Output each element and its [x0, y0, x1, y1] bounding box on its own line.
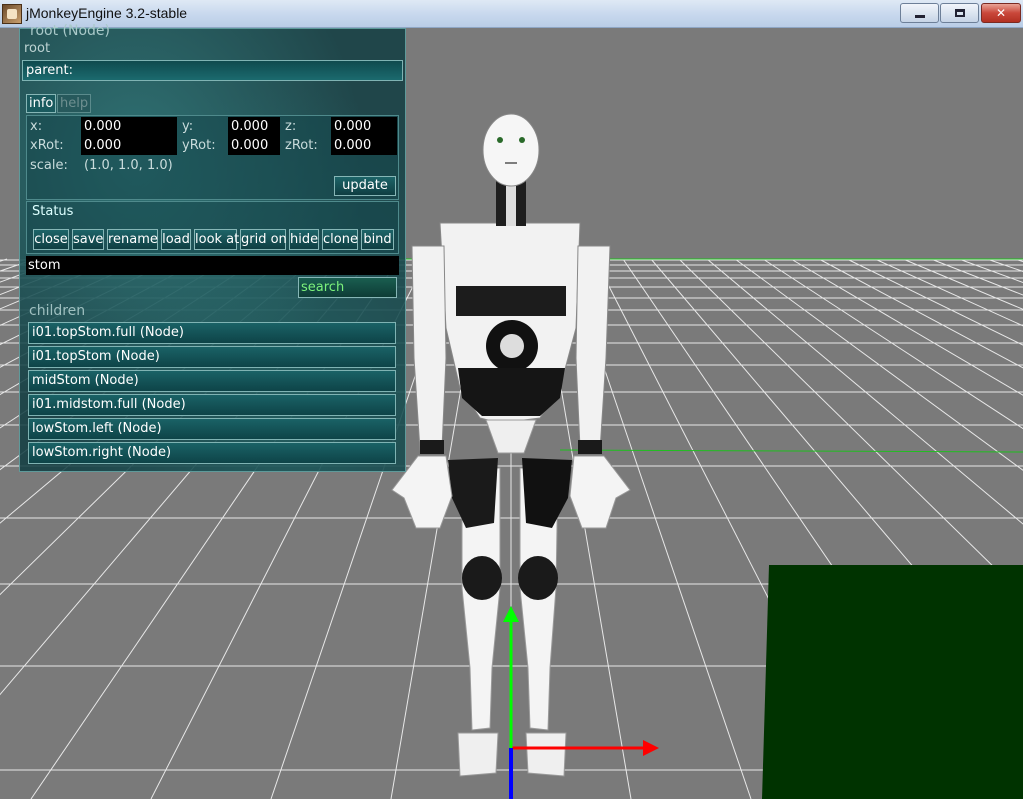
status-section: Status close save rename load look at gr…: [26, 201, 399, 254]
update-button[interactable]: update: [334, 176, 396, 196]
maximize-icon: [954, 9, 965, 17]
y-label: y:: [182, 119, 194, 134]
close-window-button[interactable]: ✕: [981, 3, 1021, 23]
hide-button[interactable]: hide: [289, 229, 319, 250]
app-icon: [2, 4, 22, 24]
window-titlebar[interactable]: jMonkeyEngine 3.2-stable ✕: [0, 0, 1023, 28]
tab-help[interactable]: help: [57, 94, 92, 113]
child-node-row[interactable]: i01.topStom.full (Node): [28, 322, 396, 344]
node-name-label: root: [24, 41, 51, 56]
close-icon: ✕: [995, 6, 1007, 20]
yrot-field[interactable]: 0.000: [228, 136, 280, 155]
z-field[interactable]: 0.000: [331, 117, 397, 136]
child-node-row[interactable]: lowStom.right (Node): [28, 442, 396, 464]
scale-value: (1.0, 1.0, 1.0): [84, 158, 173, 173]
node-inspector-panel: root (Node) root parent: info help x: 0.…: [19, 23, 406, 472]
parent-field[interactable]: parent:: [22, 60, 403, 81]
yrot-label: yRot:: [182, 138, 216, 153]
load-button[interactable]: load: [161, 229, 191, 250]
x-field[interactable]: 0.000: [81, 117, 177, 136]
clone-button[interactable]: clone: [322, 229, 358, 250]
xrot-label: xRot:: [30, 138, 64, 153]
minimize-icon: [914, 14, 925, 18]
z-label: z:: [285, 119, 297, 134]
grid-on-button[interactable]: grid on: [240, 229, 287, 250]
transform-section: x: 0.000 y: 0.000 z: 0.000 xRot: 0.000 y…: [26, 115, 399, 200]
zrot-field[interactable]: 0.000: [331, 136, 397, 155]
maximize-button[interactable]: [940, 3, 979, 23]
status-label: Status: [32, 204, 74, 219]
child-node-row[interactable]: midStom (Node): [28, 370, 396, 392]
child-node-row[interactable]: i01.topStom (Node): [28, 346, 396, 368]
zrot-label: zRot:: [285, 138, 318, 153]
tab-info[interactable]: info: [26, 94, 57, 113]
xrot-field[interactable]: 0.000: [81, 136, 177, 155]
minimize-button[interactable]: [900, 3, 939, 23]
green-plane: [762, 565, 1023, 799]
search-input[interactable]: stom: [26, 256, 399, 275]
save-button[interactable]: save: [72, 229, 104, 250]
child-node-row[interactable]: lowStom.left (Node): [28, 418, 396, 440]
bind-button[interactable]: bind: [361, 229, 394, 250]
search-button[interactable]: search: [298, 277, 397, 298]
children-label: children: [29, 303, 86, 319]
rename-button[interactable]: rename: [107, 229, 158, 250]
child-node-row[interactable]: i01.midstom.full (Node): [28, 394, 396, 416]
node-title: root (Node): [30, 23, 110, 39]
look-at-button[interactable]: look at: [194, 229, 239, 250]
x-label: x:: [30, 119, 43, 134]
y-field[interactable]: 0.000: [228, 117, 280, 136]
close-node-button[interactable]: close: [33, 229, 69, 250]
scale-label: scale:: [30, 158, 68, 173]
window-title: jMonkeyEngine 3.2-stable: [26, 5, 188, 21]
